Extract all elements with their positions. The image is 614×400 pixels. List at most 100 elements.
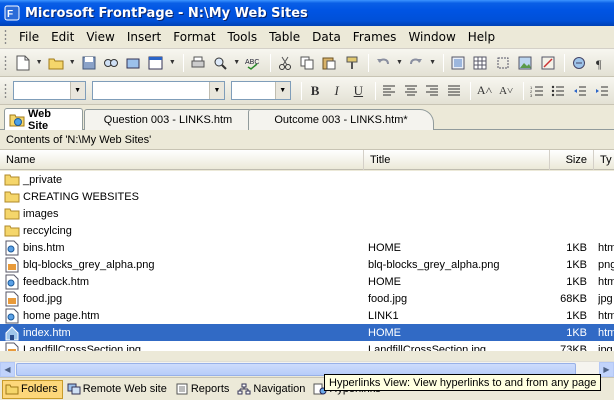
column-header-title[interactable]: Title — [364, 150, 550, 170]
web-component-insert-icon[interactable] — [448, 53, 467, 73]
style-select[interactable]: ▼ — [12, 81, 86, 100]
toolbar-grip[interactable] — [4, 54, 7, 71]
menu-edit[interactable]: Edit — [45, 28, 80, 46]
file-row[interactable]: blq-blocks_grey_alpha.png blq-blocks_grey… — [0, 256, 614, 273]
file-size — [540, 171, 587, 188]
menu-help[interactable]: Help — [462, 28, 501, 46]
file-row[interactable]: bins.htm HOME 1KB htm — [0, 239, 614, 256]
paste-icon[interactable] — [320, 53, 339, 73]
file-row[interactable]: images — [0, 205, 614, 222]
component-dropdown-arrow[interactable]: ▼ — [168, 53, 176, 73]
numbering-icon[interactable]: 123 — [528, 81, 547, 101]
toolbar-grip[interactable] — [4, 82, 7, 99]
show-all-icon[interactable]: ¶ — [592, 53, 611, 73]
save-icon[interactable] — [79, 53, 98, 73]
menu-data[interactable]: Data — [306, 28, 347, 46]
search-icon[interactable] — [101, 53, 120, 73]
folder-icon — [4, 206, 20, 222]
preview-dropdown-arrow[interactable]: ▼ — [233, 53, 241, 73]
decrease-indent-icon[interactable] — [571, 81, 590, 101]
web-site-icon — [9, 112, 25, 128]
spelling-icon[interactable]: ABC — [244, 53, 263, 73]
font-size-select[interactable]: ▼ — [230, 81, 291, 100]
menu-tools[interactable]: Tools — [222, 28, 264, 46]
publish-icon[interactable] — [124, 53, 143, 73]
view-reports-button[interactable]: Reports — [173, 380, 234, 399]
file-size — [540, 205, 587, 222]
insert-table-icon[interactable] — [471, 53, 490, 73]
menu-insert[interactable]: Insert — [121, 28, 167, 46]
html-page-icon — [4, 274, 20, 290]
open-dropdown-arrow[interactable]: ▼ — [68, 53, 76, 73]
menu-frames[interactable]: Frames — [347, 28, 403, 46]
new-dropdown-arrow[interactable]: ▼ — [35, 53, 43, 73]
document-tabs: Web Site Question 003 - LINKS.htm Outcom… — [0, 106, 614, 132]
menu-format[interactable]: Format — [167, 28, 221, 46]
bullets-icon[interactable] — [549, 81, 568, 101]
web-component-icon[interactable] — [146, 53, 165, 73]
frontpage-app-icon[interactable]: F — [4, 5, 20, 21]
file-type — [598, 205, 614, 222]
scroll-left-button[interactable]: ◀ — [0, 362, 15, 377]
title-bar[interactable]: F Microsoft FrontPage - N:\My Web Sites — [0, 0, 614, 26]
view-remote-web-site-button[interactable]: Remote Web site — [65, 380, 171, 399]
hyperlink-icon[interactable] — [569, 53, 588, 73]
file-row[interactable]: LandfillCrossSection.jpg LandfillCrossSec… — [0, 341, 614, 351]
align-center-icon[interactable] — [401, 81, 420, 101]
file-row[interactable]: CREATING WEBSITES — [0, 188, 614, 205]
file-row[interactable]: feedback.htm HOME 1KB htm — [0, 273, 614, 290]
menu-grip[interactable] — [4, 29, 7, 45]
view-folders-button[interactable]: Folders — [2, 379, 63, 399]
tab-web-site[interactable]: Web Site — [4, 108, 83, 132]
undo-icon[interactable] — [373, 53, 392, 73]
view-navigation-button[interactable]: Navigation — [235, 380, 309, 399]
undo-dropdown-arrow[interactable]: ▼ — [396, 53, 404, 73]
menu-window[interactable]: Window — [402, 28, 461, 46]
increase-font-icon[interactable]: A˄ — [475, 81, 494, 101]
cut-icon[interactable] — [275, 53, 294, 73]
italic-icon[interactable]: I — [327, 81, 346, 101]
increase-indent-icon[interactable] — [592, 81, 611, 101]
file-name: index.htm — [23, 326, 71, 339]
menu-file[interactable]: File — [13, 28, 45, 46]
open-folder-icon[interactable] — [46, 53, 65, 73]
decrease-font-icon[interactable]: A˅ — [497, 81, 516, 101]
column-header-name[interactable]: Name — [0, 150, 364, 170]
font-select[interactable]: ▼ — [91, 81, 225, 100]
redo-dropdown-arrow[interactable]: ▼ — [429, 53, 437, 73]
hyperlinks-tooltip: Hyperlinks View: View hyperlinks to and … — [324, 374, 602, 391]
toolbar-separator — [183, 53, 185, 72]
menu-table[interactable]: Table — [263, 28, 306, 46]
format-painter-icon[interactable] — [342, 53, 361, 73]
copy-icon[interactable] — [297, 53, 316, 73]
folder-icon — [4, 189, 20, 205]
align-right-icon[interactable] — [423, 81, 442, 101]
navigation-icon — [237, 382, 251, 396]
tab-outcome-003-links[interactable]: Outcome 003 - LINKS.htm* — [248, 109, 434, 130]
justify-icon[interactable] — [445, 81, 464, 101]
insert-layer-icon[interactable] — [493, 53, 512, 73]
file-row[interactable]: _private — [0, 171, 614, 188]
drawing-icon[interactable] — [538, 53, 557, 73]
file-size: 1KB — [566, 326, 587, 339]
preview-icon[interactable] — [211, 53, 230, 73]
menu-view[interactable]: View — [80, 28, 120, 46]
file-row[interactable]: index.htm HOME 1KB htm — [0, 324, 614, 341]
file-row[interactable]: reccylcing — [0, 222, 614, 239]
tab-question-003-links[interactable]: Question 003 - LINKS.htm — [84, 109, 252, 130]
bold-icon[interactable]: B — [306, 81, 325, 101]
print-icon[interactable] — [188, 53, 207, 73]
column-header-label: Title — [370, 154, 391, 166]
redo-icon[interactable] — [406, 53, 425, 73]
file-row[interactable]: food.jpg food.jpg 68KB jpg — [0, 290, 614, 307]
align-left-icon[interactable] — [380, 81, 399, 101]
file-row[interactable]: home page.htm LINK1 1KB htm — [0, 307, 614, 324]
file-list[interactable]: _private CREATING WEBSITES images reccylcin… — [0, 171, 614, 351]
new-page-icon[interactable] — [13, 53, 32, 73]
underline-icon[interactable]: U — [349, 81, 368, 101]
column-header-type[interactable]: Ty — [594, 150, 614, 170]
insert-picture-icon[interactable] — [516, 53, 535, 73]
folder-icon — [4, 172, 20, 188]
column-header-size[interactable]: Size — [550, 150, 594, 170]
file-type: jpg — [598, 292, 613, 305]
